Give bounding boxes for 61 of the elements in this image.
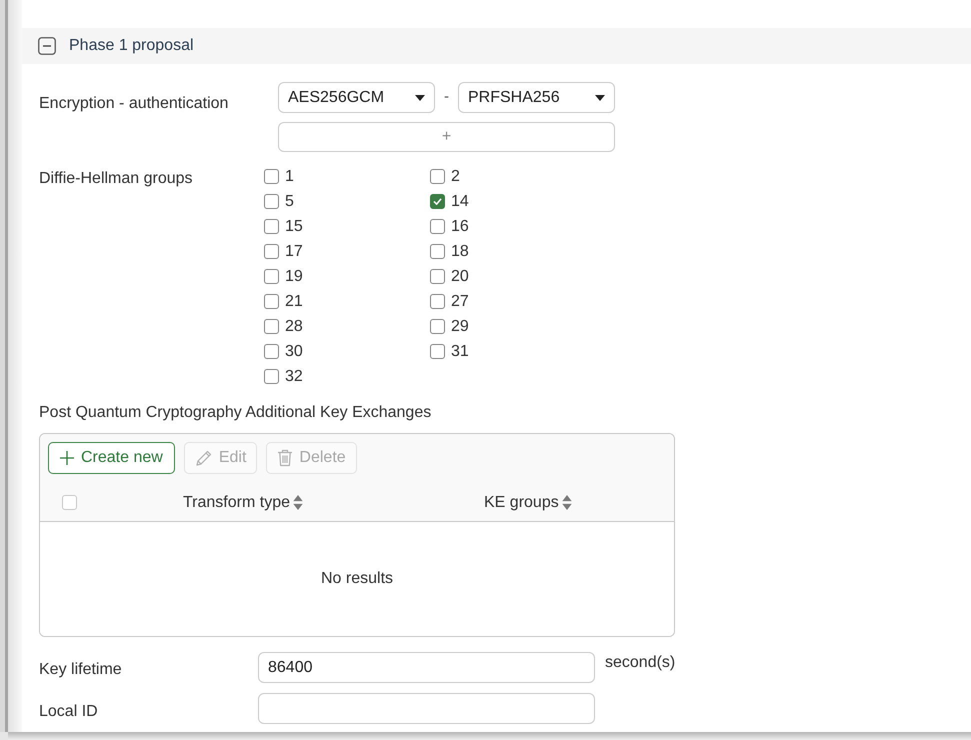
field-label: Diffie-Hellman groups [39,170,193,187]
checkmark-icon [433,198,442,205]
checkbox-label: 17 [285,242,303,262]
checkbox[interactable] [430,344,445,359]
checkbox[interactable] [264,344,279,359]
add-button[interactable]: + [278,122,615,152]
checkbox-label: 15 [285,216,303,236]
empty-message: No results [320,569,394,589]
checkbox[interactable] [264,319,279,334]
checkbox[interactable] [430,194,445,209]
checkbox[interactable] [264,269,279,284]
checkbox[interactable] [430,294,445,309]
checkbox[interactable] [264,369,279,384]
checkbox-label: 31 [451,342,469,362]
field-label: Encryption - authentication [39,95,228,112]
checkbox[interactable] [264,194,279,209]
checkbox-label: 1 [285,166,294,186]
checkbox[interactable] [430,319,445,334]
authentication-select[interactable]: PRFSHA256 [458,82,615,113]
checkbox[interactable] [430,169,445,184]
checkbox-label: 16 [451,216,469,236]
plus-icon [60,451,74,465]
checkbox-label: 21 [285,292,303,312]
checkbox-label: 19 [285,266,303,286]
create-button[interactable]: Create new [48,442,175,474]
checkbox-label: 28 [285,316,303,336]
checkbox[interactable] [264,294,279,309]
unit-label: second(s) [605,653,676,673]
sort-icon[interactable] [562,495,572,510]
checkbox-label: 2 [451,166,460,186]
checkbox-label: 20 [451,266,469,286]
checkbox[interactable] [264,219,279,234]
checkbox[interactable] [430,244,445,259]
select-all-checkbox[interactable] [62,495,77,510]
section-subtitle: Post Quantum Cryptography Additional Key Exchanges [39,403,432,423]
checkbox-label: 27 [451,292,469,312]
checkbox-label: 18 [451,242,469,262]
column-header[interactable]: Transform type [183,492,290,512]
caret-icon [595,94,605,100]
checkbox-label: 5 [285,192,294,212]
checkbox[interactable] [264,244,279,259]
checkbox[interactable] [430,269,445,284]
field-label: Key lifetime [39,661,122,678]
local-id-input[interactable] [258,693,595,724]
checkbox-label: 14 [451,192,469,212]
key-lifetime-input[interactable]: 86400 [258,652,595,683]
trash-icon [277,449,294,467]
checkbox-label: 32 [285,366,303,386]
checkbox-label: 30 [285,342,303,362]
checkbox-label: 29 [451,316,469,336]
collapse-icon[interactable] [38,37,56,55]
separator-text: - [443,87,450,108]
field-label: Local ID [39,703,98,720]
caret-icon [415,94,425,100]
section-title: Phase 1 proposal [69,36,194,56]
encryption-select[interactable]: AES256GCM [278,82,435,113]
column-header[interactable]: KE groups [484,492,559,512]
pencil-icon [194,449,213,467]
sort-icon[interactable] [293,495,303,510]
checkbox[interactable] [430,219,445,234]
checkbox[interactable] [264,169,279,184]
